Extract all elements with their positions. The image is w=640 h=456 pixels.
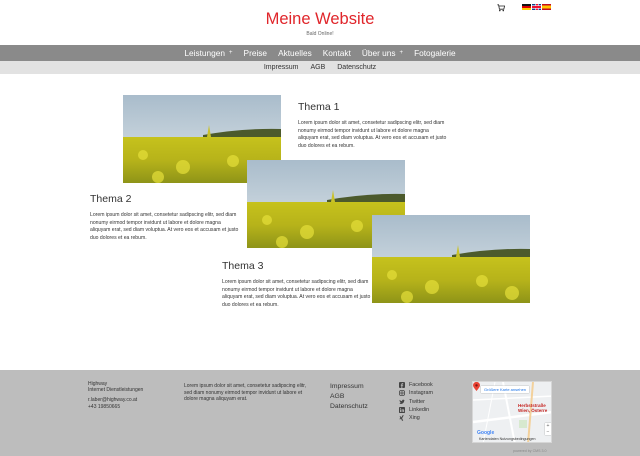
linkedin-icon <box>399 407 405 414</box>
footer-company-info: Highway Internet Dienstleistungen r.labe… <box>88 381 143 410</box>
social-label: Instagram <box>409 390 433 397</box>
nav-item-label: Fotogalerie <box>414 48 456 58</box>
company-email-link[interactable]: r.laber@highway.co.at <box>88 397 143 403</box>
social-link-twitter[interactable]: Twitter <box>399 398 433 406</box>
company-subtitle: Internet Dienstleistungen <box>88 387 144 394</box>
topic-title: Thema 3 <box>222 260 264 272</box>
map-terms[interactable]: Kartendaten Nutzungsbedingungen <box>479 437 536 441</box>
nav-item-label: Preise <box>243 48 268 58</box>
social-link-linkedin[interactable]: Linkedin <box>399 406 433 414</box>
map-place-label: Herbststraße Wien, Österre <box>518 403 547 413</box>
footer-text: Lorem ipsum dolor sit amet, consetetur s… <box>184 383 306 402</box>
twitter-icon <box>399 399 405 404</box>
main-navigation: Leistungen + Preise Aktuelles Kontakt Üb… <box>0 45 640 61</box>
nav-item-fotogalerie[interactable]: Fotogalerie <box>409 48 462 58</box>
flag-germany-icon[interactable] <box>522 4 531 10</box>
map-place-line: Wien, Österre <box>518 408 548 413</box>
instagram-icon <box>399 390 405 397</box>
nav-item-label: Aktuelles <box>278 48 312 58</box>
subnav-item-agb[interactable]: AGB <box>304 64 331 71</box>
social-link-instagram[interactable]: Instagram <box>399 389 433 397</box>
header: Meine Website Bald Online! <box>0 0 640 45</box>
map-pin-icon <box>473 382 480 391</box>
sub-navigation: Impressum AGB Datenschutz <box>0 61 640 74</box>
location-map[interactable]: Größere Karte ansehen Herbststraße Wien,… <box>472 381 552 443</box>
subnav-item-datenschutz[interactable]: Datenschutz <box>331 64 382 71</box>
social-label: Twitter <box>409 398 425 405</box>
submenu-plus-icon: + <box>229 50 233 56</box>
language-switcher <box>522 4 551 10</box>
nav-item-leistungen[interactable]: Leistungen + <box>179 48 238 58</box>
flag-uk-icon[interactable] <box>532 4 541 10</box>
subnav-item-impressum[interactable]: Impressum <box>258 64 305 71</box>
nav-item-ueber-uns[interactable]: Über uns + <box>356 48 408 58</box>
map-zoom-control[interactable]: + − <box>545 423 551 435</box>
footer-link-datenschutz[interactable]: Datenschutz <box>330 402 368 412</box>
nav-item-preise[interactable]: Preise <box>238 48 273 58</box>
topic-section-2: Thema 2 Lorem ipsum dolor sit amet, cons… <box>90 193 240 242</box>
facebook-icon <box>399 382 405 389</box>
submenu-plus-icon: + <box>399 50 404 56</box>
rapeseed-field-photo <box>372 215 530 303</box>
social-label: Linkedin <box>409 407 430 414</box>
footer-link-impressum[interactable]: Impressum <box>330 382 368 392</box>
site-title[interactable]: Meine Website <box>0 10 640 29</box>
topic-text: Lorem ipsum dolor sit amet, consetetur s… <box>222 279 371 308</box>
topic-section-1: Thema 1 Lorem ipsum dolor sit amet, cons… <box>298 101 448 150</box>
footer: Highway Internet Dienstleistungen r.labe… <box>0 370 640 456</box>
shopping-cart-icon[interactable] <box>497 4 505 12</box>
footer-social-links: Facebook Instagram Twitter Linkedin Xing <box>399 381 433 422</box>
topic-title: Thema 1 <box>298 101 340 113</box>
nav-item-aktuelles[interactable]: Aktuelles <box>273 48 318 58</box>
site-tagline: Bald Online! <box>306 31 334 37</box>
social-label: Xing <box>409 415 420 422</box>
nav-item-label: Leistungen <box>184 48 226 58</box>
nav-item-kontakt[interactable]: Kontakt <box>317 48 356 58</box>
zoom-out-icon[interactable]: − <box>545 429 551 435</box>
company-phone[interactable]: +43 19850665 <box>88 404 143 410</box>
footer-credit: powered by CMS 3.0 <box>513 449 547 453</box>
footer-link-agb[interactable]: AGB <box>330 392 368 402</box>
nav-item-label: Kontakt <box>322 48 351 58</box>
footer-links: Impressum AGB Datenschutz <box>330 382 368 412</box>
social-label: Facebook <box>409 382 433 389</box>
social-link-xing[interactable]: Xing <box>399 414 433 422</box>
social-link-facebook[interactable]: Facebook <box>399 381 433 389</box>
nav-item-label: Über uns <box>361 48 396 58</box>
topic-text: Lorem ipsum dolor sit amet, consetetur s… <box>90 212 239 241</box>
xing-icon <box>399 415 404 422</box>
topic-section-3: Thema 3 Lorem ipsum dolor sit amet, cons… <box>222 260 372 309</box>
topic-text: Lorem ipsum dolor sit amet, consetetur s… <box>298 120 447 149</box>
flag-spain-icon[interactable] <box>542 4 551 10</box>
google-logo: Google <box>477 430 495 436</box>
larger-map-button[interactable]: Größere Karte ansehen <box>481 386 530 393</box>
topic-title: Thema 2 <box>90 193 132 205</box>
